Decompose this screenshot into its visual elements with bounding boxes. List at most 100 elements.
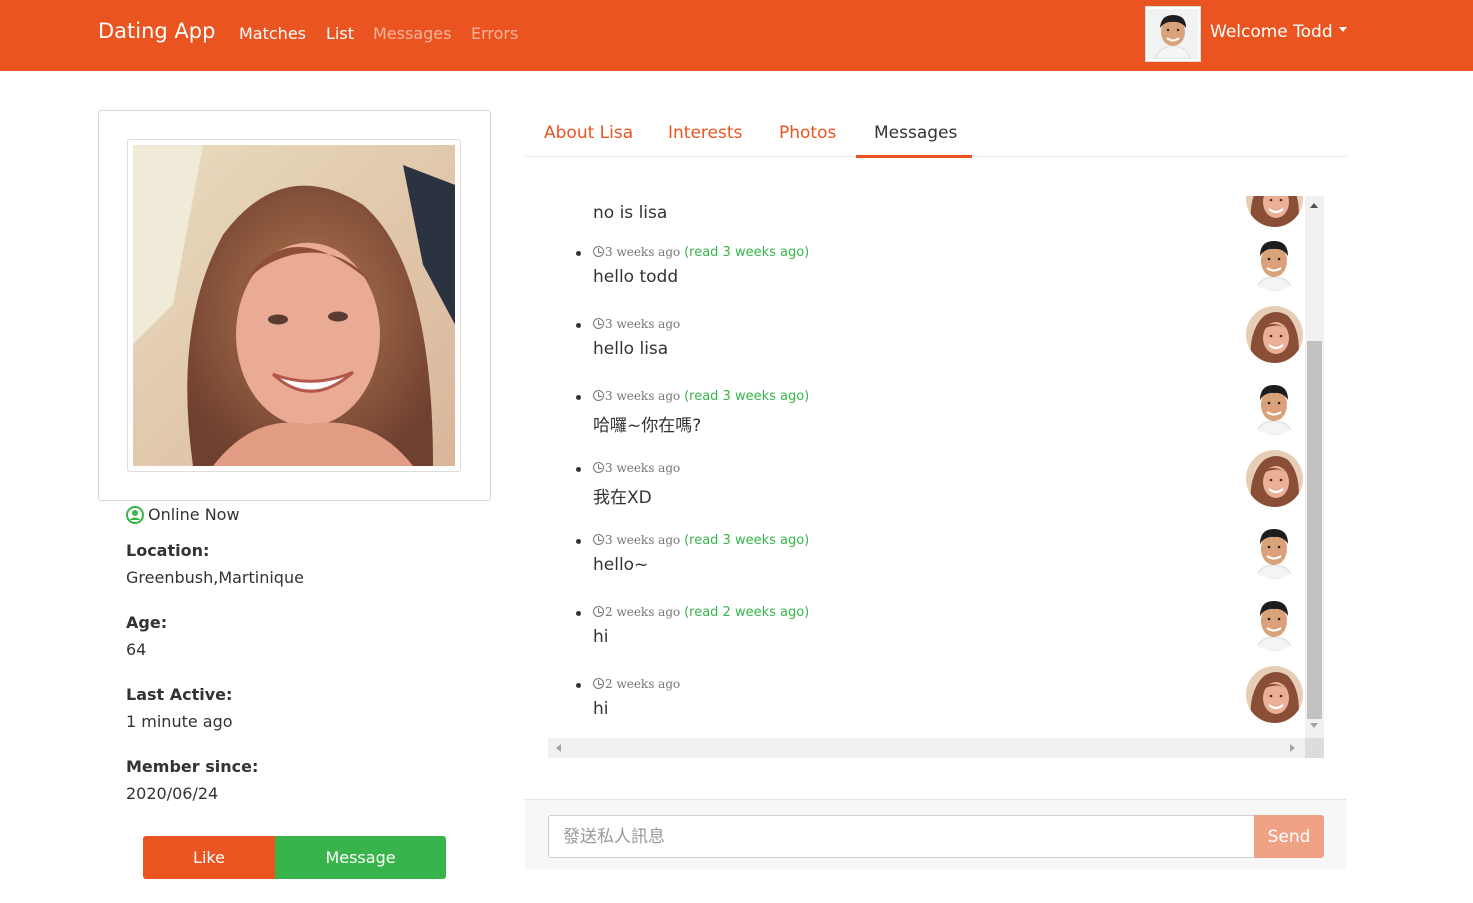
active-tab-indicator [856,155,972,158]
message-meta: 3 weeks ago (read 3 weeks ago) [593,389,809,404]
nav-list[interactable]: List [326,24,354,43]
scroll-left-icon[interactable] [556,744,561,752]
tab-photos[interactable]: Photos [779,123,836,143]
navbar: Dating App Matches List Messages Errors … [0,0,1473,71]
message-input[interactable] [548,815,1255,858]
nav-errors[interactable]: Errors [471,24,518,43]
age-label: Age: [126,613,168,632]
user-menu-toggle[interactable]: Welcome Todd [1210,22,1347,42]
online-status-text: Online Now [148,505,240,524]
tab-messages[interactable]: Messages [874,123,957,143]
profile-photo [133,145,455,466]
nav-messages[interactable]: Messages [373,24,451,43]
scroll-right-icon[interactable] [1290,744,1295,752]
bullet-icon [576,611,581,616]
welcome-text: Welcome Todd [1210,22,1333,42]
bullet-icon [576,683,581,688]
tab-about[interactable]: About Lisa [544,123,633,143]
user-avatar[interactable] [1145,6,1201,62]
caret-down-icon [1338,26,1347,32]
user-circle-icon [126,505,144,524]
message-meta: 2 weeks ago [593,677,680,691]
clock-icon [593,390,604,401]
message-time: 3 weeks ago [605,317,681,331]
read-receipt: (read 3 weeks ago) [684,245,810,260]
clock-icon [593,534,604,545]
message-time: 3 weeks ago [605,389,681,403]
message-item: 3 weeks ago (read 3 weeks ago) hello~ [548,522,1305,594]
bullet-icon [576,323,581,328]
scrollbar-corner [1305,738,1324,758]
scroll-up-icon[interactable] [1310,203,1318,208]
profile-tabs: About Lisa Interests Photos Messages [525,110,1346,157]
brand-link[interactable]: Dating App [98,19,215,43]
sender-avatar [1246,594,1303,651]
message-composer: Send [525,799,1346,870]
message-meta: 2 weeks ago (read 2 weeks ago) [593,605,809,620]
like-button[interactable]: Like [143,836,275,879]
message-item: 2 weeks ago (read 2 weeks ago) hi [548,594,1305,666]
message-text: hello todd [593,267,679,287]
message-item: 3 weeks ago 我在XD [548,450,1305,522]
message-item: 2 weeks ago hi [548,666,1305,738]
horizontal-scrollbar[interactable] [548,738,1305,758]
location-value: Greenbush,Martinique [126,568,304,587]
scroll-down-icon[interactable] [1310,723,1318,728]
message-item: 3 weeks ago (read 3 weeks ago) hello tod… [548,234,1305,306]
clock-icon [593,246,604,257]
message-text: 我在XD [593,488,652,508]
member-since-value: 2020/06/24 [126,784,219,803]
sender-avatar [1246,666,1303,723]
message-button[interactable]: Message [275,836,446,879]
bullet-icon [576,539,581,544]
message-list: no is lisa 3 weeks ago (read 3 weeks ago… [548,196,1305,738]
message-time: 3 weeks ago [605,533,681,547]
read-receipt: (read 2 weeks ago) [684,605,810,620]
message-text: hello lisa [593,339,669,359]
sender-avatar [1246,306,1303,363]
last-active-label: Last Active: [126,685,233,704]
online-status: Online Now [126,505,240,524]
profile-photo-frame [127,139,461,472]
bullet-icon [576,467,581,472]
message-meta: 3 weeks ago (read 3 weeks ago) [593,245,809,260]
message-meta: 3 weeks ago (read 3 weeks ago) [593,533,809,548]
clock-icon [593,678,604,689]
location-label: Location: [126,541,210,560]
message-time: 3 weeks ago [605,461,681,475]
age-value: 64 [126,640,147,659]
clock-icon [593,606,604,617]
sender-avatar [1246,522,1303,579]
message-text: hello~ [593,555,649,575]
message-text: no is lisa [593,203,668,223]
member-since-label: Member since: [126,757,259,776]
clock-icon [593,318,604,329]
read-receipt: (read 3 weeks ago) [684,389,810,404]
profile-card [98,110,491,501]
sender-avatar [1246,450,1303,507]
message-item: 3 weeks ago hello lisa [548,306,1305,378]
message-time: 2 weeks ago [605,677,681,691]
tab-interests[interactable]: Interests [668,123,742,143]
clock-icon [593,462,604,473]
message-meta: 3 weeks ago [593,317,680,331]
nav-matches[interactable]: Matches [239,24,306,43]
scrollbar-thumb[interactable] [1307,341,1322,719]
message-text: hi [593,627,609,647]
message-time: 2 weeks ago [605,605,681,619]
sender-avatar [1246,378,1303,435]
sender-avatar [1246,234,1303,291]
sender-avatar [1246,196,1303,227]
message-text: hi [593,699,609,719]
bullet-icon [576,395,581,400]
vertical-scrollbar[interactable] [1305,196,1324,738]
read-receipt: (read 3 weeks ago) [684,533,810,548]
last-active-value: 1 minute ago [126,712,233,731]
message-item: 3 weeks ago (read 3 weeks ago) 哈囉~你在嗎? [548,378,1305,450]
message-time: 3 weeks ago [605,245,681,259]
message-text: 哈囉~你在嗎? [593,416,702,436]
bullet-icon [576,251,581,256]
message-thread[interactable]: no is lisa 3 weeks ago (read 3 weeks ago… [548,196,1324,758]
message-meta: 3 weeks ago [593,461,680,475]
send-button[interactable]: Send [1254,815,1324,858]
